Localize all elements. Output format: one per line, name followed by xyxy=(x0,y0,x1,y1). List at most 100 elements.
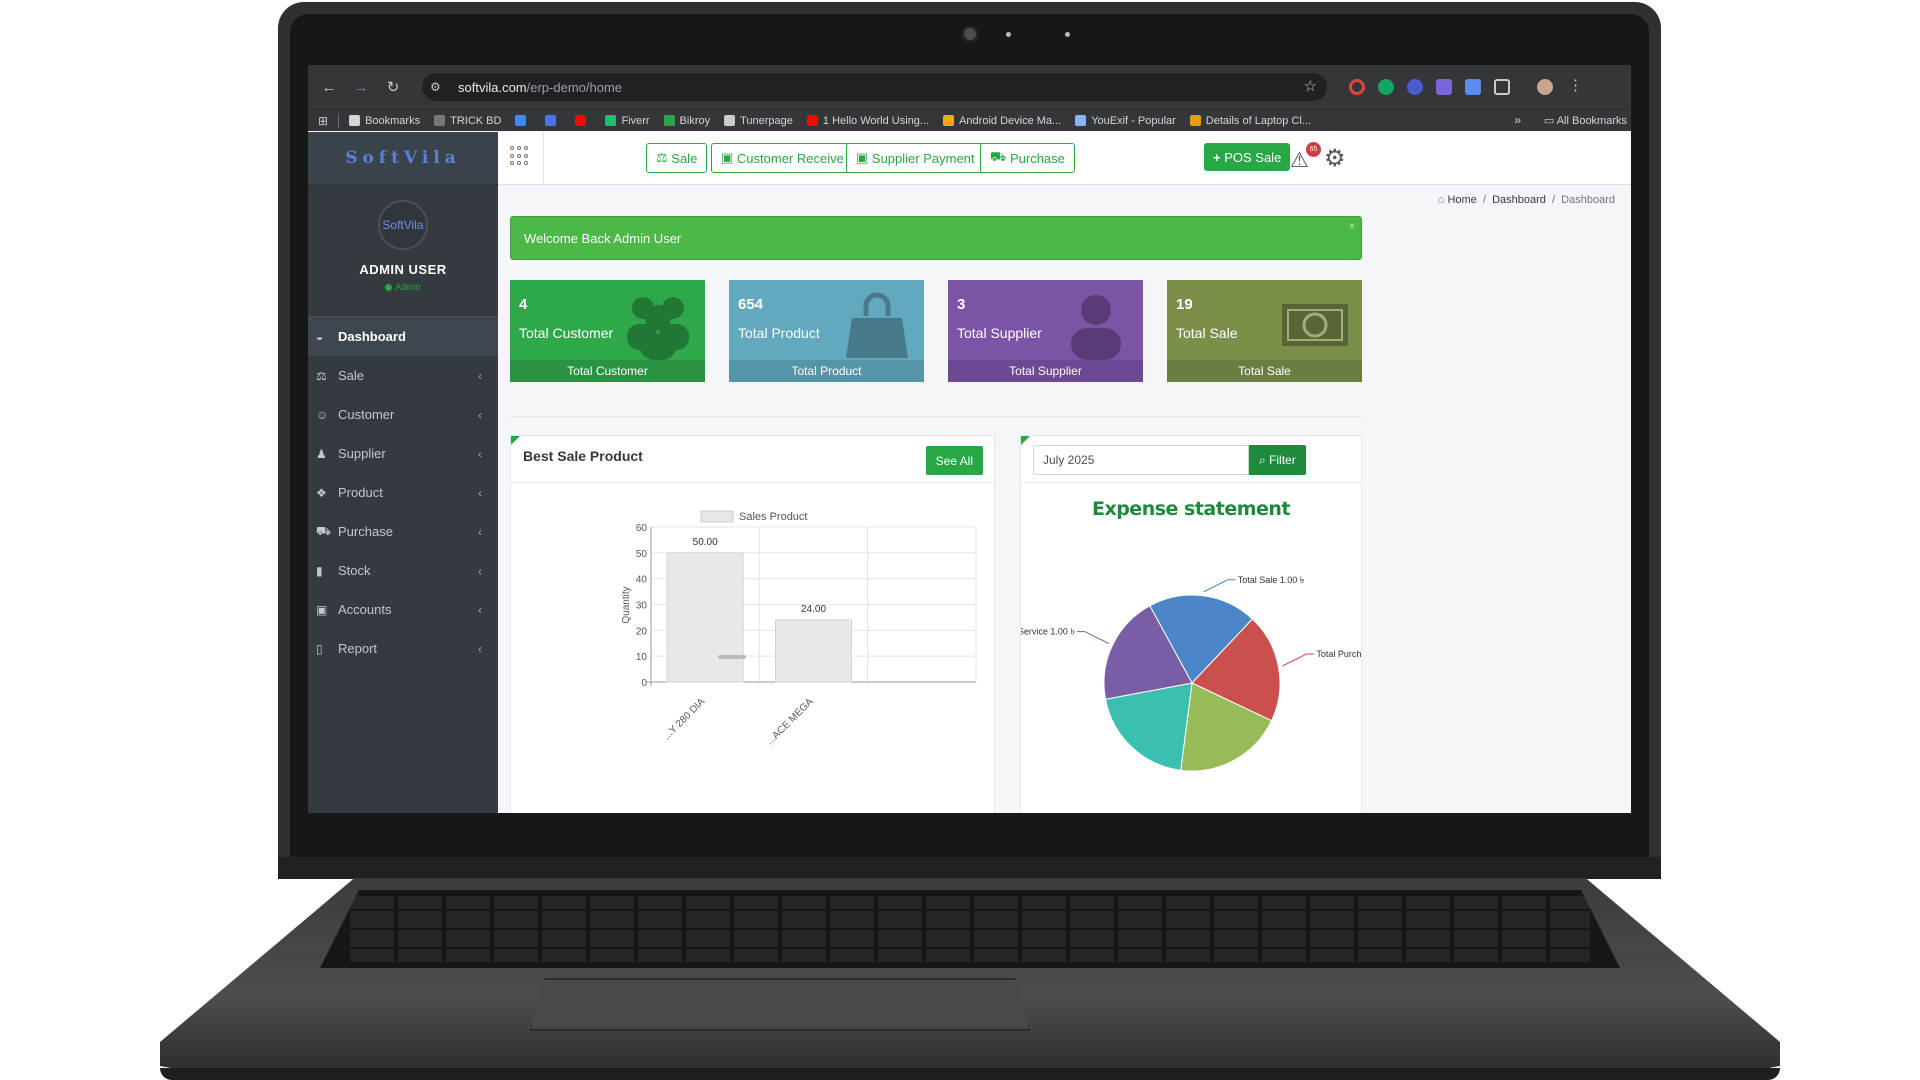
dashboard-icon: ◒ xyxy=(316,329,324,344)
bookmark-item[interactable] xyxy=(515,115,531,127)
breadcrumb-dashboard[interactable]: Dashboard xyxy=(1492,194,1546,206)
stat-card-total-supplier[interactable]: 3 Total Supplier Total Supplier xyxy=(948,280,1143,382)
bar-chart-icon: ▮ xyxy=(316,563,323,578)
stat-footer-link[interactable]: Total Sale xyxy=(1167,360,1362,382)
bookmark-item[interactable]: TRICK BD xyxy=(434,115,501,127)
sidebar-item-customer[interactable]: ☺ Customer ‹ xyxy=(308,395,498,434)
more-bookmarks-icon[interactable]: » xyxy=(1514,113,1521,127)
sidebar-item-label: Product xyxy=(338,485,383,500)
stat-value: 654 xyxy=(738,296,764,313)
profile-avatar[interactable] xyxy=(1537,79,1553,95)
settings-gear-icon[interactable]: ⚙ xyxy=(1324,144,1346,173)
sidebar-item-accounts[interactable]: ▣ Accounts ‹ xyxy=(308,590,498,629)
bookmark-favicon-icon xyxy=(349,115,361,126)
bookmark-item[interactable]: Bikroy xyxy=(663,114,711,127)
pie-leader-line xyxy=(1282,653,1315,667)
stat-footer-link[interactable]: Total Supplier xyxy=(948,360,1143,382)
bookmark-star-icon[interactable]: ☆ xyxy=(1304,77,1317,95)
bookmark-item[interactable] xyxy=(545,115,561,127)
stat-card-total-sale[interactable]: 19 Total Sale Total Sale xyxy=(1167,280,1362,382)
card-header: Best Sale Product See All xyxy=(511,436,994,483)
bookmark-item[interactable]: Details of Laptop Cl... xyxy=(1189,115,1311,127)
expense-pie-chart: Total Sale 1.00 ৳ Total Purchase 1.00 ৳ Se… xyxy=(1021,575,1361,772)
customer-receive-button[interactable]: ▣ Customer Receive xyxy=(711,143,854,173)
pos-sale-button[interactable]: + POS Sale xyxy=(1204,143,1291,171)
pos-sale-label: POS Sale xyxy=(1224,149,1282,165)
chevron-left-icon: ‹ xyxy=(478,407,482,422)
site-settings-icon[interactable]: ⚙ xyxy=(430,80,452,94)
y-tick-label: 30 xyxy=(636,601,648,612)
bookmark-item[interactable] xyxy=(575,115,591,127)
all-bookmarks-label: All Bookmarks xyxy=(1556,115,1627,127)
extensions-menu-icon[interactable] xyxy=(1494,79,1510,95)
y-tick-label: 10 xyxy=(636,652,648,663)
sale-button[interactable]: ⚖ Sale xyxy=(646,143,708,173)
grammarly-extension-icon[interactable] xyxy=(1378,79,1394,95)
stat-value: 19 xyxy=(1176,296,1193,313)
sidebar-item-report[interactable]: ▯ Report ‹ xyxy=(308,629,498,668)
bookmark-item[interactable]: Fiverr xyxy=(605,114,650,127)
bookmark-label: Fiverr xyxy=(621,114,650,127)
close-icon[interactable]: × xyxy=(1349,221,1355,232)
extension-icon[interactable] xyxy=(1407,79,1423,95)
sidebar-item-supplier[interactable]: ♟ Supplier ‹ xyxy=(308,434,498,473)
stat-footer-link[interactable]: Total Customer xyxy=(510,360,705,382)
bookmark-item[interactable]: Tunerpage xyxy=(724,115,793,127)
bookmark-item[interactable]: Android Device Ma... xyxy=(943,115,1061,127)
card-header: July 2025 ⌕ Filter xyxy=(1021,436,1361,483)
reload-icon[interactable]: ↻ xyxy=(382,78,404,96)
notification-badge: 65 xyxy=(1306,142,1321,157)
y-axis-label: Quantity xyxy=(621,586,632,623)
chevron-left-icon: ‹ xyxy=(478,368,482,383)
supplier-payment-label: Supplier Payment xyxy=(871,150,975,166)
purchase-button[interactable]: ⛟ Purchase xyxy=(980,143,1075,173)
stat-card-total-product[interactable]: 654 Total Product Total Product xyxy=(729,280,924,382)
app-grid-icon[interactable] xyxy=(510,146,530,166)
stat-card-total-customer[interactable]: 4 Total Customer Total Customer xyxy=(510,280,705,382)
month-input[interactable]: July 2025 xyxy=(1033,445,1249,475)
brand-logo[interactable]: SoftVila xyxy=(308,132,498,185)
x-tick-label: ...Y 280 DIA xyxy=(662,696,708,742)
sidebar-item-label: Report xyxy=(338,641,378,656)
puzzle-extension-icon[interactable] xyxy=(1436,79,1452,95)
keyboard xyxy=(320,890,1620,968)
apps-grid-icon[interactable]: ⊞ xyxy=(318,114,328,128)
sidebar-item-label: Sale xyxy=(338,368,365,383)
sidebar-item-label: Accounts xyxy=(338,602,392,617)
supplier-payment-button[interactable]: ▣ Supplier Payment xyxy=(846,143,985,173)
avatar[interactable]: SoftVila xyxy=(378,200,428,250)
sidebar-item-product[interactable]: ❖ Product ‹ xyxy=(308,473,498,512)
filter-button[interactable]: ⌕ Filter xyxy=(1249,445,1306,475)
y-tick-label: 0 xyxy=(641,678,647,689)
book-icon: ▯ xyxy=(316,641,323,656)
data-label: 24.00 xyxy=(801,604,826,615)
bookmark-item[interactable]: YouExif - Popular xyxy=(1075,115,1176,127)
chevron-left-icon: ‹ xyxy=(478,485,482,500)
url-text: softvila.com/erp-demo/home xyxy=(458,80,622,95)
opera-extension-icon[interactable] xyxy=(1349,79,1365,95)
translate-extension-icon[interactable] xyxy=(1465,79,1481,95)
stat-label: Total Supplier xyxy=(957,325,1042,341)
horizontal-scrollbar[interactable] xyxy=(718,655,746,659)
plus-icon: + xyxy=(1213,149,1225,165)
sidebar-item-purchase[interactable]: ⛟ Purchase ‹ xyxy=(308,512,498,551)
sidebar-item-stock[interactable]: ▮ Stock ‹ xyxy=(308,551,498,590)
bookmark-item[interactable]: Bookmarks xyxy=(349,115,420,127)
breadcrumb-home[interactable]: Home xyxy=(1447,194,1476,206)
kebab-menu-icon[interactable]: ⋮ xyxy=(1568,76,1583,94)
stat-footer-link[interactable]: Total Product xyxy=(729,360,924,382)
bookmark-item[interactable]: 1 Hello World Using... xyxy=(806,115,929,127)
address-bar[interactable]: ⚙ softvila.com/erp-demo/home ☆ xyxy=(422,73,1327,101)
camera-indicator xyxy=(1006,32,1011,37)
see-all-button[interactable]: See All xyxy=(925,446,983,475)
bookmark-favicon-icon xyxy=(605,115,617,126)
y-tick-label: 40 xyxy=(636,575,648,586)
bookmark-favicon-icon xyxy=(1075,115,1087,126)
bookmark-label: Bikroy xyxy=(679,114,711,127)
forward-arrow-icon[interactable]: → xyxy=(350,79,372,96)
back-arrow-icon[interactable]: ← xyxy=(318,79,340,96)
bookmark-favicon-icon xyxy=(806,115,818,126)
sidebar-item-dashboard[interactable]: ◒ Dashboard xyxy=(308,317,498,356)
sidebar-item-sale[interactable]: ⚖ Sale ‹ xyxy=(308,356,498,395)
all-bookmarks-button[interactable]: ▭ All Bookmarks xyxy=(1544,114,1627,127)
